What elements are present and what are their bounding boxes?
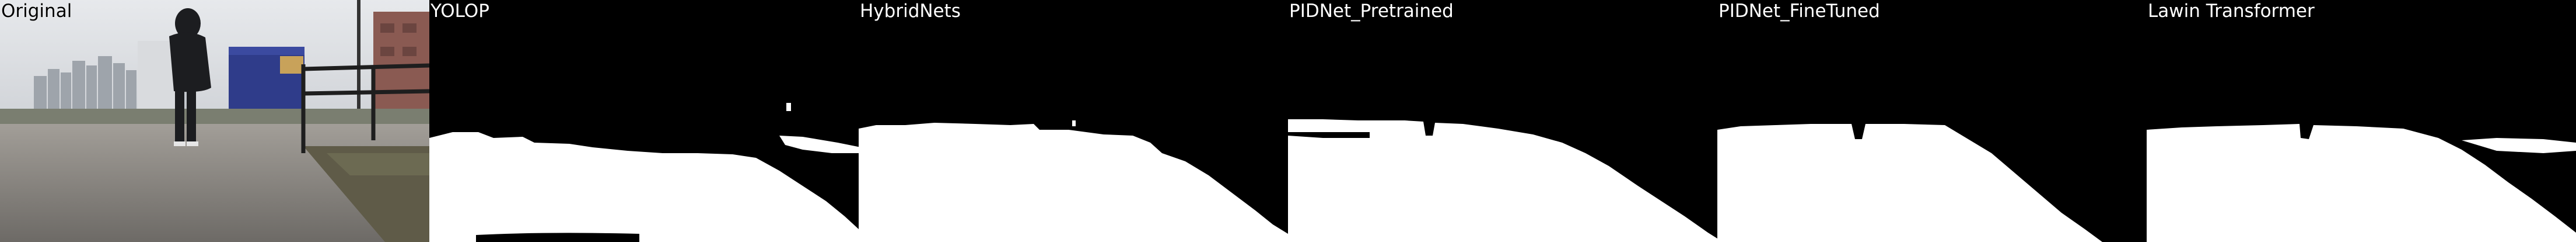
panel-title: PIDNet_FineTuned — [1718, 1, 1880, 22]
panel-title: Original — [1, 1, 72, 22]
segmentation-mask — [859, 120, 1288, 242]
segmentation-mask — [429, 103, 859, 242]
panel-original: Original — [0, 0, 429, 242]
segmentation-mask — [2147, 124, 2576, 242]
panel-title: PIDNet_Pretrained — [1289, 1, 1454, 22]
panel-hybridnets: HybridNets — [859, 0, 1288, 242]
comparison-strip: Original YOLOP HybridNets PIDNet_Pretrai… — [0, 0, 2576, 242]
panel-title: Lawin Transformer — [2148, 1, 2315, 22]
panel-title: HybridNets — [860, 1, 961, 22]
segmentation-mask — [1717, 124, 2102, 242]
panel-pidnet-finetuned: PIDNet_FineTuned — [1717, 0, 2147, 242]
panel-title: YOLOP — [430, 1, 489, 22]
segmentation-mask — [1288, 119, 1717, 242]
panel-pidnet-pretrained: PIDNet_Pretrained — [1288, 0, 1717, 242]
panel-yolop: YOLOP — [429, 0, 859, 242]
panel-lawin-transformer: Lawin Transformer — [2147, 0, 2576, 242]
original-photo — [0, 0, 429, 242]
